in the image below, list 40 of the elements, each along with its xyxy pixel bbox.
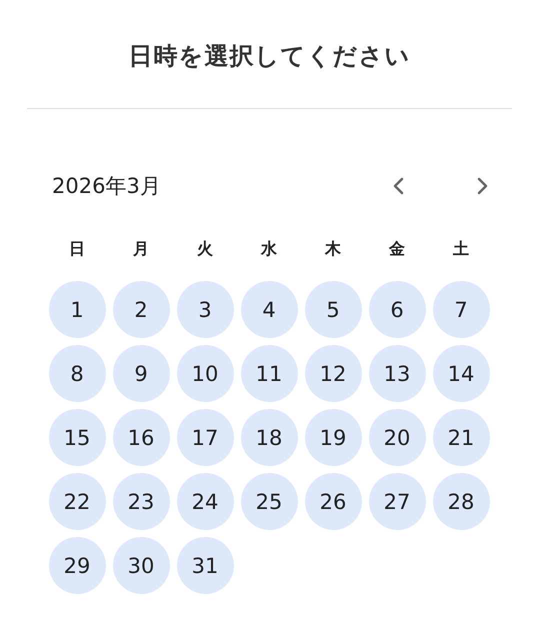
day-button[interactable]: 6 xyxy=(368,281,426,338)
day-button[interactable]: 16 xyxy=(112,409,170,466)
day-button[interactable]: 2 xyxy=(112,281,170,338)
day-button[interactable]: 9 xyxy=(112,345,170,402)
page-title: 日時を選択してください xyxy=(128,41,412,72)
day-button[interactable]: 30 xyxy=(112,537,170,594)
day-button[interactable]: 23 xyxy=(112,473,170,530)
day-button[interactable]: 8 xyxy=(48,345,106,402)
day-button[interactable]: 20 xyxy=(368,409,426,466)
day-button[interactable]: 7 xyxy=(432,281,490,338)
weekday-label: 土 xyxy=(452,239,470,259)
day-button[interactable]: 18 xyxy=(240,409,298,466)
month-label: 2026年3月 xyxy=(52,173,161,200)
day-button[interactable]: 12 xyxy=(304,345,362,402)
weekday-label: 月 xyxy=(132,239,150,259)
day-button[interactable]: 19 xyxy=(304,409,362,466)
day-button[interactable]: 26 xyxy=(304,473,362,530)
day-button[interactable]: 3 xyxy=(176,281,234,338)
day-button[interactable]: 29 xyxy=(48,537,106,594)
weekday-label: 金 xyxy=(388,239,406,259)
day-button[interactable]: 17 xyxy=(176,409,234,466)
day-button[interactable]: 27 xyxy=(368,473,426,530)
day-button[interactable]: 5 xyxy=(304,281,362,338)
weekday-label: 日 xyxy=(68,239,86,259)
day-button[interactable]: 1 xyxy=(48,281,106,338)
weekday-label: 火 xyxy=(196,239,214,259)
day-button[interactable]: 14 xyxy=(432,345,490,402)
day-button[interactable]: 28 xyxy=(432,473,490,530)
day-button[interactable]: 10 xyxy=(176,345,234,402)
weekday-label: 水 xyxy=(260,239,278,259)
day-button[interactable]: 11 xyxy=(240,345,298,402)
weekday-label: 木 xyxy=(324,239,342,259)
day-button[interactable]: 24 xyxy=(176,473,234,530)
day-button[interactable]: 25 xyxy=(240,473,298,530)
day-button[interactable]: 4 xyxy=(240,281,298,338)
day-button[interactable]: 31 xyxy=(176,537,234,594)
day-button[interactable]: 22 xyxy=(48,473,106,530)
day-button[interactable]: 21 xyxy=(432,409,490,466)
day-button[interactable]: 15 xyxy=(48,409,106,466)
day-button[interactable]: 13 xyxy=(368,345,426,402)
